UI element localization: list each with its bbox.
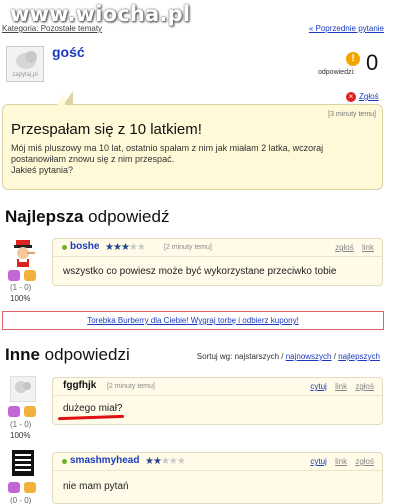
rating-stars: ★★★★★ [145, 456, 186, 467]
answers-count: 0 [366, 50, 379, 75]
report-answer-link[interactable]: zgłoś [335, 243, 354, 252]
promo-banner-link[interactable]: Torebka Burberry dla Ciebie! Wygraj torb… [2, 311, 384, 330]
report-answer-link[interactable]: zgłoś [355, 382, 374, 391]
sort-newest-link[interactable]: najnowszych [286, 352, 332, 361]
thumb-up-icon[interactable] [8, 270, 20, 281]
answer-permalink[interactable]: link [335, 382, 347, 391]
sort-prefix: Sortuj wg: najstarszych / [196, 352, 286, 361]
question-body: Mój miś pluszowy ma 10 lat, ostatnio spa… [11, 143, 324, 175]
vote-thumbs [8, 270, 42, 282]
rating-stars: ★★★★★ [105, 242, 146, 253]
answer-text: nie mam pytań [63, 481, 129, 492]
bubble-tail-fill [57, 93, 65, 105]
answer-time: [2 minuty temu] [107, 383, 155, 390]
best-answer-heading: Najlepsza odpowiedź [5, 207, 169, 227]
star-half-icon: ★ [152, 456, 162, 467]
question-author-name[interactable]: gość [52, 44, 85, 60]
thumb-down-icon[interactable] [24, 270, 36, 281]
quote-answer-link[interactable]: cytuj [310, 382, 326, 391]
answer-permalink[interactable]: link [362, 243, 374, 252]
star-icon: ★ [128, 242, 138, 253]
site-watermark: www.wiocha.pl [10, 2, 191, 26]
answers-label: odpowiedzi: [318, 69, 355, 76]
vote-count: (1 - 0) [10, 420, 32, 429]
answer-actions: cytuj link zgłoś [304, 457, 374, 466]
sort-options: Sortuj wg: najstarszych / najnowszych / … [197, 352, 380, 361]
top-bar: Kategoria: Pozostałe tematy « Poprzednie… [0, 0, 398, 36]
question-author-row: zapytaj.pl gość ! odpowiedzi: 0 [0, 40, 398, 92]
answer-card: smashmyhead ★★★★★ cytuj link zgłoś nie m… [52, 452, 383, 504]
answers-exclamation-icon: ! [346, 52, 360, 66]
vote-thumbs [8, 406, 42, 418]
thumb-down-icon[interactable] [24, 482, 36, 493]
star-icon: ★ [105, 242, 114, 253]
answer-header: boshe ★★★★★ [2 minuty temu] zgłoś link [53, 239, 382, 257]
best-answer-card: boshe ★★★★★ [2 minuty temu] zgłoś link w… [52, 238, 383, 286]
answer-author[interactable]: boshe [70, 241, 99, 252]
answer-permalink[interactable]: link [335, 457, 347, 466]
answer-actions: zgłoś link [329, 243, 374, 252]
band-avatar-icon[interactable] [10, 450, 36, 476]
star-icon: ★ [176, 456, 186, 467]
question-bubble: [3 minuty temu] Przespałam się z 10 latk… [2, 91, 383, 190]
other-answers-heading: Inne odpowiedzi [5, 345, 130, 365]
star-icon: ★ [136, 242, 146, 253]
thumb-up-icon[interactable] [8, 482, 20, 493]
thumb-down-icon[interactable] [24, 406, 36, 417]
star-half-icon: ★ [120, 242, 130, 253]
answer-text: wszystko co powiesz może być wykorzystan… [63, 266, 337, 277]
answer-header: fggfhjk [2 minuty temu] cytuj link zgłoś [53, 378, 382, 396]
answer-time: [2 minuty temu] [164, 244, 212, 251]
avatar[interactable]: zapytaj.pl [6, 46, 44, 82]
sort-best-link[interactable]: najlepszych [338, 352, 380, 361]
vote-thumbs [8, 482, 42, 494]
best-heading-bold: Najlepsza [5, 207, 84, 226]
vote-percent: 100% [10, 431, 31, 440]
quote-answer-link[interactable]: cytuj [310, 457, 326, 466]
previous-question-link[interactable]: « Poprzednie pytanie [309, 24, 384, 33]
avatar-caption: zapytaj.pl [12, 72, 38, 78]
vote-count: (1 - 0) [10, 283, 32, 292]
answer-text: dużego miał? [63, 403, 123, 414]
question-time: [3 minuty temu] [328, 111, 376, 118]
vote-percent: 100% [10, 294, 31, 303]
answer-actions: cytuj link zgłoś [304, 382, 374, 391]
close-icon: × [346, 92, 356, 102]
star-icon: ★ [112, 242, 122, 253]
vote-count: (0 - 0) [10, 496, 32, 504]
report-answer-link[interactable]: zgłoś [355, 457, 374, 466]
guest-avatar-icon[interactable] [10, 376, 36, 402]
star-icon: ★ [145, 456, 154, 467]
online-status-icon [62, 245, 67, 250]
star-icon: ★ [168, 456, 178, 467]
answer-author: fggfhjk [63, 380, 97, 391]
best-heading-rest: odpowiedź [83, 207, 170, 226]
answer-author[interactable]: smashmyhead [70, 455, 139, 466]
report-label: Zgłoś [359, 92, 379, 101]
thumb-up-icon[interactable] [8, 406, 20, 417]
other-heading-rest: odpowiedzi [39, 345, 130, 364]
star-icon: ★ [160, 456, 170, 467]
question-title: Przespałam się z 10 latkiem! [11, 121, 202, 138]
pinocchio-avatar-icon[interactable] [10, 240, 36, 268]
report-question-link[interactable]: × Zgłoś [346, 92, 379, 102]
avatar-question-icon [25, 51, 37, 63]
other-heading-bold: Inne [5, 345, 40, 364]
online-status-icon [62, 459, 67, 464]
